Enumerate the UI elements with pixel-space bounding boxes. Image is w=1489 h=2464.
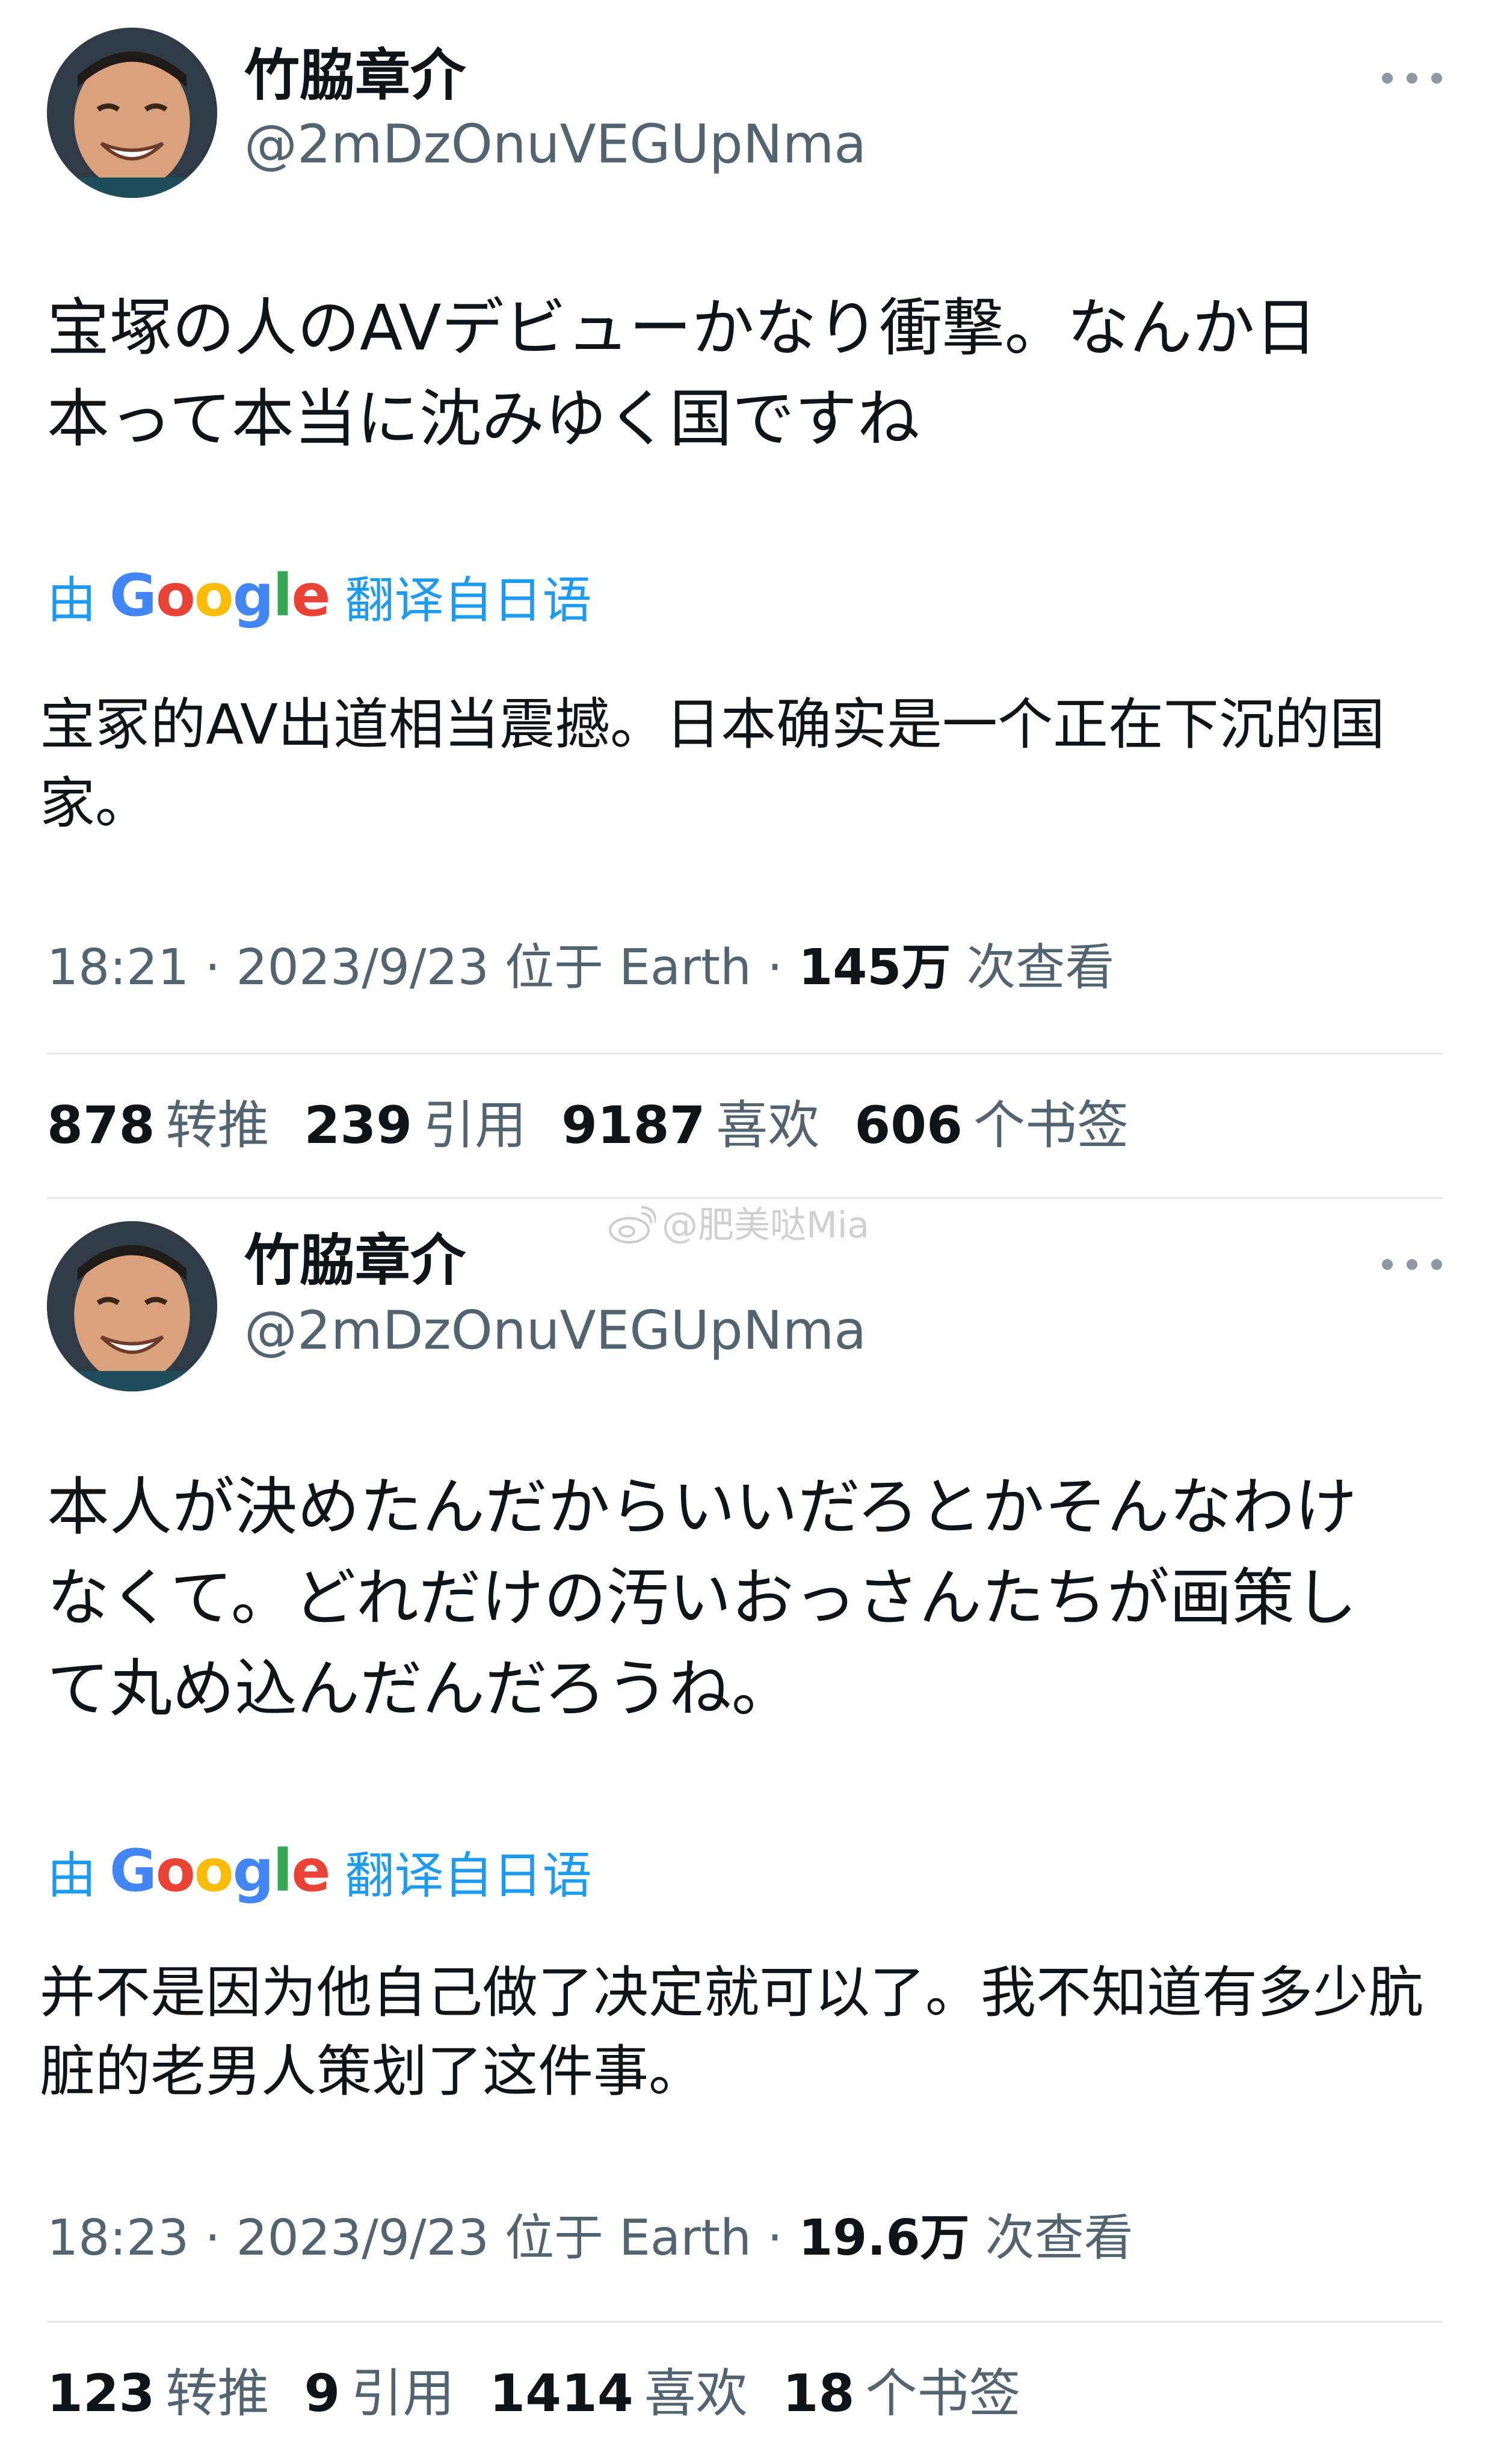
- user-handle[interactable]: @2mDzOnuVEGUpNma: [244, 1304, 866, 1357]
- engagement-stats: 878 转推 239 引用 9187 喜欢 606 个书签: [47, 1100, 1164, 1151]
- display-name[interactable]: 竹脇章介: [244, 1233, 466, 1289]
- tweet-text: 本人が決めたんだからいいだろとかそんなわけ なくて。どれだけの汚いおっさんたちが…: [47, 1470, 1357, 1725]
- views-label: 次查看: [951, 939, 1115, 996]
- weibo-logo-icon: [609, 1206, 656, 1243]
- translate-from-label: 翻译自日语: [345, 1847, 592, 1905]
- avatar[interactable]: [47, 28, 217, 198]
- divider: [47, 1053, 1443, 1055]
- avatar[interactable]: [47, 1221, 217, 1391]
- tweet-text: 宝塚の人のAVデビューかなり衝撃。なんか日 本って本当に沈みゆく国ですね: [47, 291, 1318, 455]
- tweet-1: 竹脇章介 @2mDzOnuVEGUpNma 宝塚の人のAVデビューかなり衝撃。な…: [0, 0, 1489, 1197]
- more-options-icon[interactable]: [1382, 1252, 1442, 1277]
- tweet-2: 竹脇章介 @2mDzOnuVEGUpNma 本人が決めたんだからいいだろとかそん…: [0, 1197, 1489, 2464]
- stat-likes[interactable]: 9187 喜欢: [561, 1100, 819, 1151]
- stat-bookmarks[interactable]: 606 个书签: [854, 1100, 1129, 1151]
- avatar-face-icon: [47, 28, 217, 198]
- tweet-meta: 18:23 · 2023/9/23 位于 Earth · 19.6万 次查看: [47, 2214, 1133, 2263]
- tweet-meta: 18:21 · 2023/9/23 位于 Earth · 145万 次查看: [47, 943, 1114, 993]
- google-logo: Google: [109, 562, 330, 629]
- watermark: @肥美哒Mia: [608, 1206, 869, 1245]
- engagement-stats: 123 转推 9 引用 1414 喜欢 18 个书签: [47, 2368, 1055, 2419]
- google-logo: Google: [109, 1837, 330, 1905]
- translated-text: 并不是因为他自己做了决定就可以了。我不知道有多少肮脏的老男人策划了这件事。: [40, 1960, 1424, 2104]
- view-count: 19.6万: [798, 2210, 970, 2267]
- translated-text: 宝冢的AV出道相当震撼。日本确实是一个正在下沉的国家。: [40, 692, 1385, 836]
- stat-retweets[interactable]: 123 转推: [47, 2368, 270, 2419]
- view-count: 145万: [798, 939, 951, 996]
- display-name[interactable]: 竹脇章介: [244, 48, 466, 103]
- timestamp[interactable]: 18:21 · 2023/9/23 位于 Earth ·: [47, 939, 798, 996]
- stat-retweets[interactable]: 878 转推: [47, 1100, 270, 1151]
- more-options-icon[interactable]: [1382, 66, 1442, 90]
- stat-likes[interactable]: 1414 喜欢: [489, 2368, 747, 2419]
- translate-by-label: 由: [47, 1847, 97, 1905]
- stat-quotes[interactable]: 9 引用: [304, 2368, 455, 2419]
- stat-bookmarks[interactable]: 18 个书签: [783, 2368, 1021, 2419]
- timestamp[interactable]: 18:23 · 2023/9/23 位于 Earth ·: [47, 2210, 798, 2267]
- views-label: 次查看: [969, 2210, 1133, 2267]
- watermark-text: @肥美哒Mia: [662, 1204, 870, 1246]
- translate-attribution[interactable]: 由 Google 翻译自日语: [47, 1837, 591, 1905]
- translate-by-label: 由: [47, 571, 97, 629]
- avatar-face-icon: [47, 1221, 217, 1391]
- divider: [47, 2321, 1443, 2323]
- stat-quotes[interactable]: 239 引用: [304, 1100, 527, 1151]
- user-handle[interactable]: @2mDzOnuVEGUpNma: [244, 118, 866, 171]
- translate-attribution[interactable]: 由 Google 翻译自日语: [47, 562, 591, 629]
- translate-from-label: 翻译自日语: [345, 571, 592, 629]
